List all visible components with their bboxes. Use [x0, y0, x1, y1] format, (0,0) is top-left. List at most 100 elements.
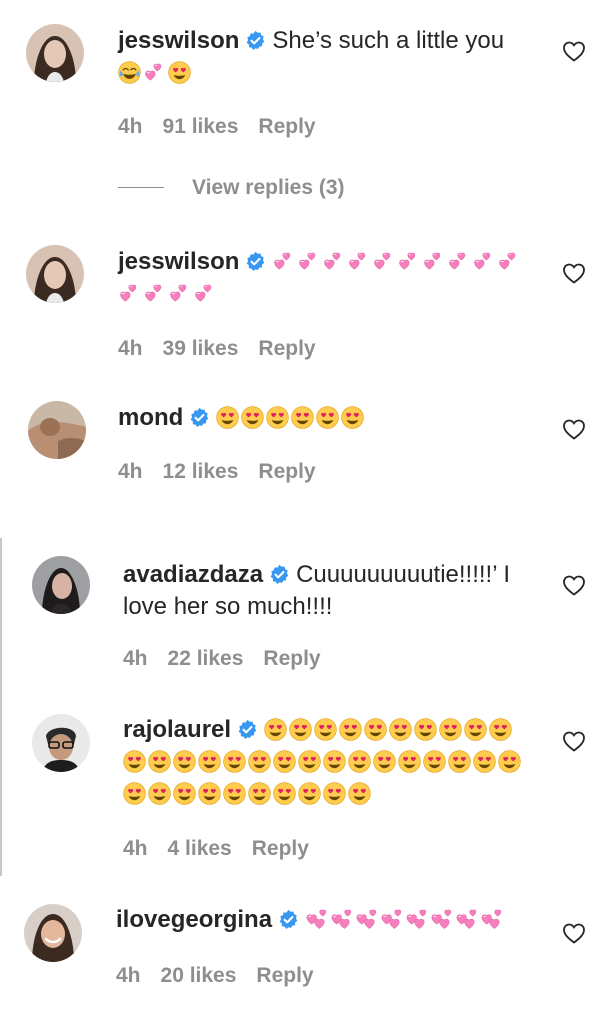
heart-eyes-emoji: [498, 750, 521, 773]
heart-eyes-emoji: [341, 406, 364, 429]
like-heart-icon[interactable]: [562, 922, 586, 944]
heart-eyes-emoji: [291, 406, 314, 429]
like-count[interactable]: 4 likes: [168, 837, 232, 860]
comment-text: jesswilson: [118, 246, 528, 310]
two-hearts-emoji: [347, 250, 370, 273]
comment-text: rajolaurel: [123, 714, 533, 810]
like-heart-icon[interactable]: [562, 40, 586, 62]
username[interactable]: rajolaurel: [123, 716, 231, 743]
two-hearts-emoji: [297, 250, 320, 273]
heart-eyes-emoji: [198, 750, 221, 773]
heart-eyes-emoji: [364, 718, 387, 741]
heart-eyes-emoji: [314, 718, 337, 741]
comment-body: She’s such a little you: [272, 27, 505, 54]
revolving-hearts-emoji: [480, 908, 503, 931]
avatar[interactable]: [32, 714, 90, 772]
comment-time: 4h: [116, 964, 141, 987]
like-heart-icon[interactable]: [562, 418, 586, 440]
like-count[interactable]: 91 likes: [163, 115, 239, 138]
revolving-hearts-emoji: [330, 908, 353, 931]
two-hearts-emoji: [422, 250, 445, 273]
two-hearts-emoji: [118, 282, 141, 305]
revolving-hearts-emoji: [305, 908, 328, 931]
heart-eyes-emoji: [323, 750, 346, 773]
revolving-hearts-emoji: [405, 908, 428, 931]
heart-eyes-emoji: [216, 406, 239, 429]
heart-eyes-emoji: [316, 406, 339, 429]
like-heart-icon[interactable]: [562, 262, 586, 284]
avatar[interactable]: [24, 904, 82, 962]
heart-eyes-emoji: [264, 718, 287, 741]
reply-button[interactable]: Reply: [263, 647, 320, 670]
emoji-group: [305, 906, 505, 933]
avatar[interactable]: [26, 245, 84, 303]
heart-eyes-emoji: [373, 750, 396, 773]
heart-eyes-emoji: [173, 782, 196, 805]
heart-eyes-emoji: [348, 782, 371, 805]
reply-button[interactable]: Reply: [258, 337, 315, 360]
revolving-hearts-emoji: [355, 908, 378, 931]
comment-text: mond: [118, 402, 528, 434]
avatar[interactable]: [26, 24, 84, 82]
two-hearts-emoji: [143, 282, 166, 305]
comment-time: 4h: [118, 460, 143, 483]
comment-time: 4h: [118, 115, 143, 138]
avatar[interactable]: [32, 556, 90, 614]
heart-eyes-emoji: [298, 782, 321, 805]
view-replies-label[interactable]: View replies (3): [192, 176, 345, 199]
heart-eyes-emoji: [148, 750, 171, 773]
verified-badge-icon: [245, 30, 266, 51]
heart-eyes-emoji: [266, 406, 289, 429]
revolving-hearts-emoji: [430, 908, 453, 931]
two-hearts-emoji: [497, 250, 520, 273]
like-heart-icon[interactable]: [562, 574, 586, 596]
two-hearts-emoji: [447, 250, 470, 273]
like-count[interactable]: 12 likes: [163, 460, 239, 483]
view-replies-button[interactable]: View replies (3): [118, 176, 345, 200]
username[interactable]: ilovegeorgina: [116, 906, 272, 933]
reply-button[interactable]: Reply: [258, 115, 315, 138]
like-count[interactable]: 22 likes: [168, 647, 244, 670]
username[interactable]: jesswilson: [118, 248, 239, 275]
verified-badge-icon: [189, 407, 210, 428]
like-count[interactable]: 20 likes: [161, 964, 237, 987]
comment-time: 4h: [118, 337, 143, 360]
heart-eyes-emoji: [123, 782, 146, 805]
heart-eyes-emoji: [464, 718, 487, 741]
reply-button[interactable]: Reply: [258, 460, 315, 483]
heart-eyes-emoji: [223, 782, 246, 805]
heart-eyes-emoji: [439, 718, 462, 741]
reply-button[interactable]: Reply: [256, 964, 313, 987]
heart-eyes-emoji: [241, 406, 264, 429]
revolving-hearts-emoji: [455, 908, 478, 931]
two-hearts-emoji: [397, 250, 420, 273]
avatar[interactable]: [28, 401, 86, 459]
heart-eyes-emoji: [398, 750, 421, 773]
heart-eyes-emoji: [123, 750, 146, 773]
heart-eyes-emoji: [148, 782, 171, 805]
heart-eyes-emoji: [489, 718, 512, 741]
heart-eyes-emoji: [248, 782, 271, 805]
heart-eyes-emoji: [323, 782, 346, 805]
heart-eyes-emoji: [414, 718, 437, 741]
comment-text: ilovegeorgina: [116, 904, 536, 936]
two-hearts-emoji: [272, 250, 295, 273]
username[interactable]: mond: [118, 404, 183, 431]
username[interactable]: jesswilson: [118, 27, 239, 54]
like-count[interactable]: 39 likes: [163, 337, 239, 360]
heart-eyes-emoji: [448, 750, 471, 773]
comment-text: jesswilson She’s such a little you: [118, 25, 528, 89]
username[interactable]: avadiazdaza: [123, 561, 263, 588]
heart-eyes-emoji: [273, 750, 296, 773]
heart-eyes-emoji: [289, 718, 312, 741]
verified-badge-icon: [245, 251, 266, 272]
two-hearts-emoji: [472, 250, 495, 273]
like-heart-icon[interactable]: [562, 730, 586, 752]
verified-badge-icon: [278, 909, 299, 930]
heart-eyes-emoji: [298, 750, 321, 773]
heart-eyes-emoji: [168, 61, 191, 84]
divider: [118, 187, 164, 188]
comment-time: 4h: [123, 837, 148, 860]
verified-badge-icon: [237, 719, 258, 740]
reply-button[interactable]: Reply: [252, 837, 309, 860]
